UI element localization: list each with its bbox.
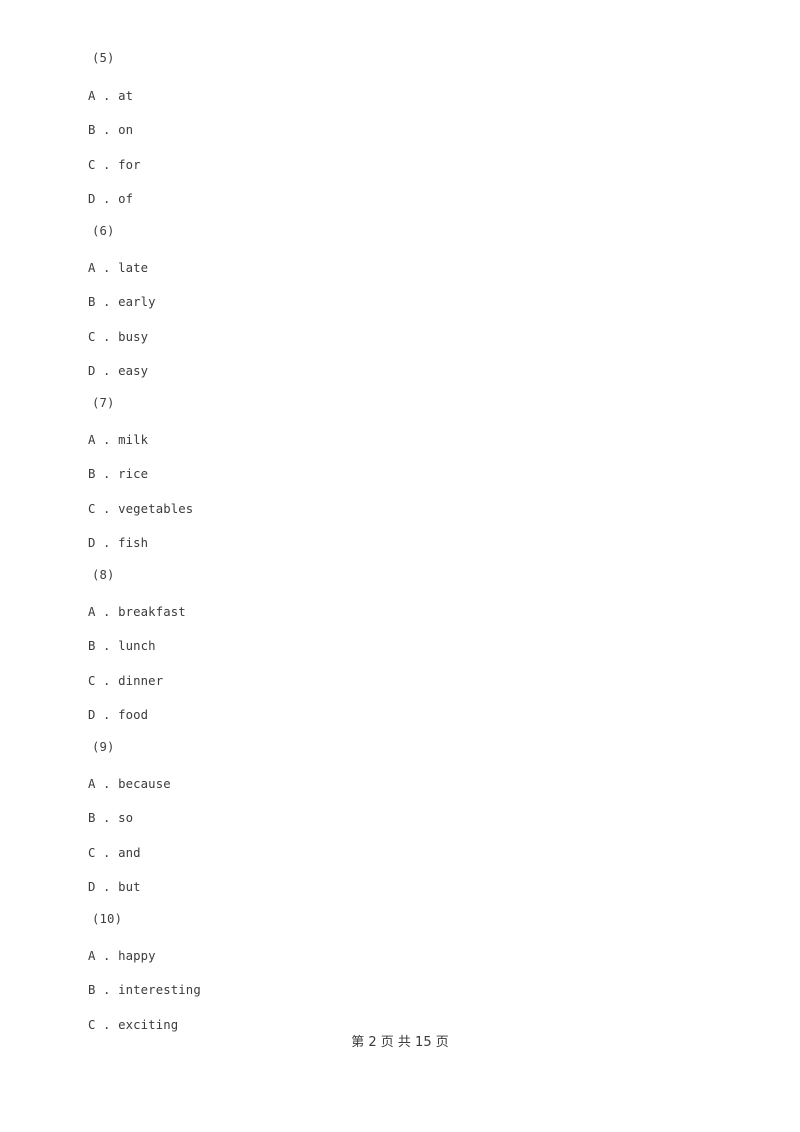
answer-option-line: B . early (88, 295, 156, 309)
answer-option-line: D . but (88, 880, 141, 894)
answer-option-line: C . busy (88, 330, 149, 344)
question-number-label: (7) (92, 396, 115, 410)
answer-option-line: C . and (88, 846, 141, 860)
answer-option-line: D . fish (88, 536, 149, 550)
answer-option-line: B . rice (88, 467, 149, 481)
exam-question-list: (5) A . at B . on C . for D . of (6) A . late B… (0, 0, 800, 1132)
question-number-label: (8) (92, 568, 115, 582)
answer-option-line: B . interesting (88, 983, 201, 997)
answer-option-line: D . food (88, 708, 149, 722)
answer-option-line: B . so (88, 811, 134, 825)
answer-option-line: C . exciting (88, 1018, 179, 1032)
answer-option-line: D . of (88, 192, 134, 206)
question-number-label: (6) (92, 224, 115, 238)
question-number-label: (10) (92, 912, 123, 926)
answer-option-line: A . happy (88, 949, 156, 963)
answer-option-line: A . breakfast (88, 605, 186, 619)
question-number-label: (5) (92, 51, 115, 65)
document-page: (5) A . at B . on C . for D . of (6) A . late B… (0, 0, 800, 1132)
answer-option-line: B . on (88, 123, 134, 137)
answer-option-line: B . lunch (88, 639, 156, 653)
answer-option-line: A . late (88, 261, 149, 275)
answer-option-line: C . vegetables (88, 502, 194, 516)
page-number-footer: 第 2 页 共 15 页 (351, 1035, 449, 1050)
answer-option-line: A . because (88, 777, 171, 791)
answer-option-line: C . for (88, 158, 141, 172)
answer-option-line: A . at (88, 89, 134, 103)
answer-option-line: A . milk (88, 433, 149, 447)
answer-option-line: C . dinner (88, 674, 164, 688)
answer-option-line: D . easy (88, 364, 149, 378)
question-number-label: (9) (92, 740, 115, 754)
